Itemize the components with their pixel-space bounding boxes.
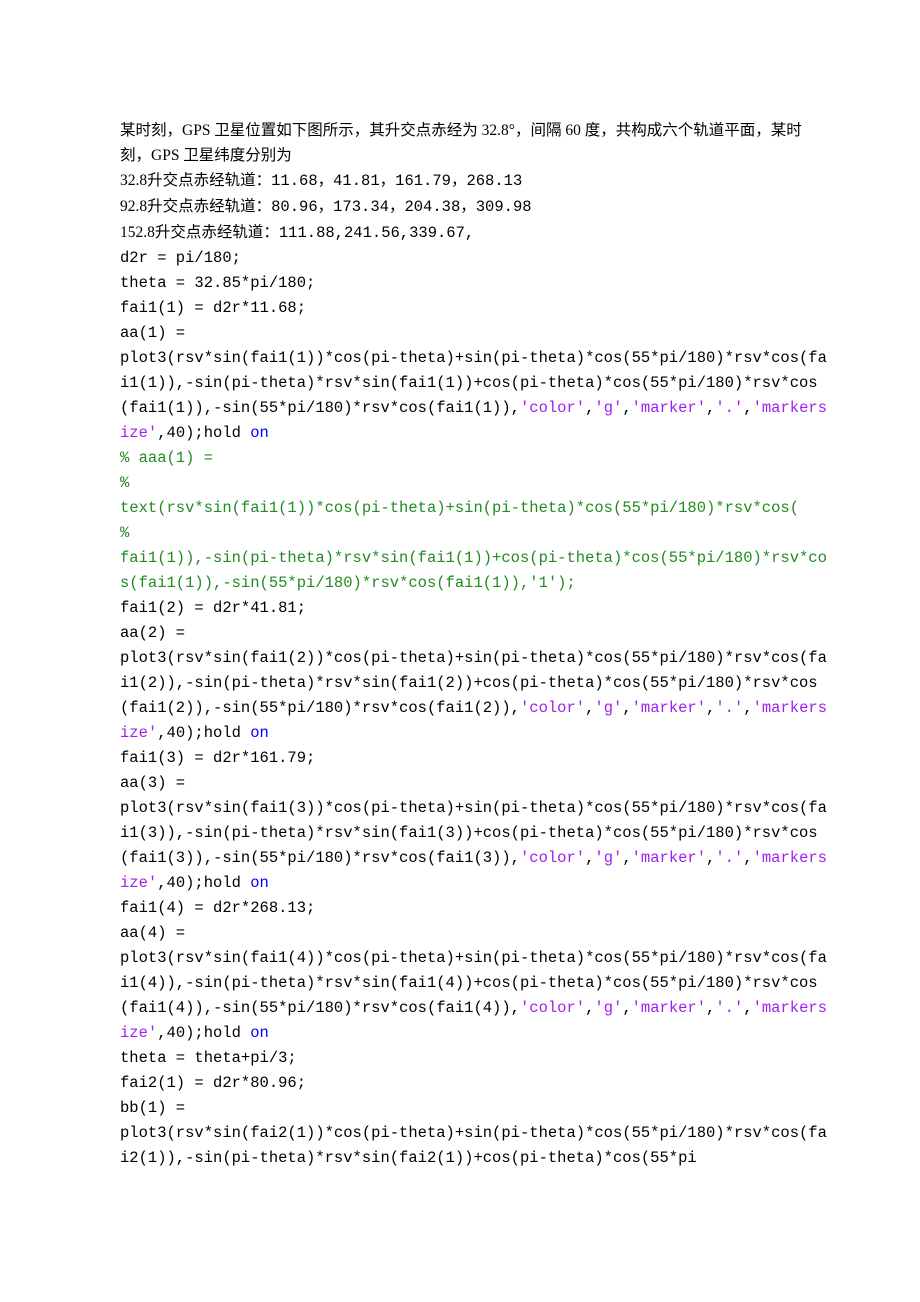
- comma: ,: [706, 849, 715, 867]
- code-comment-pct-1: %: [120, 471, 830, 496]
- code-comment-fai1: fai1(1)),-sin(pi-theta)*rsv*sin(fai1(1))…: [120, 546, 830, 596]
- code-line-aa2: aa(2) =: [120, 621, 830, 646]
- str-marker: 'marker': [632, 849, 706, 867]
- comma: ,: [706, 699, 715, 717]
- code-comment-aaa1: % aaa(1) =: [120, 446, 830, 471]
- comma: ,: [585, 999, 594, 1017]
- comma: ,: [622, 849, 631, 867]
- str-marker: 'marker': [632, 999, 706, 1017]
- comma: ,: [585, 849, 594, 867]
- str-dot: '.': [715, 999, 743, 1017]
- comma: ,: [743, 399, 752, 417]
- code-line-aa1: aa(1) =: [120, 321, 830, 346]
- paragraph-line-2: 32.8升交点赤经轨道：11.68，41.81，161.79，268.13: [120, 168, 830, 194]
- comma: ,: [622, 999, 631, 1017]
- comma: ,: [622, 399, 631, 417]
- orbit-32-values: 升交点赤经轨道：11.68，41.81，161.79，268.13: [147, 172, 522, 190]
- orbit-32-prefix: 32.8: [120, 172, 147, 189]
- comma: ,: [743, 699, 752, 717]
- str-dot: '.': [715, 399, 743, 417]
- code-line-fai1-4: fai1(4) = d2r*268.13;: [120, 896, 830, 921]
- str-dot: '.': [715, 849, 743, 867]
- comma: ,: [585, 399, 594, 417]
- code-line-plot3-1: plot3(rsv*sin(fai1(1))*cos(pi-theta)+sin…: [120, 346, 830, 446]
- code-line-plot3-3: plot3(rsv*sin(fai1(3))*cos(pi-theta)+sin…: [120, 796, 830, 896]
- kw-on: on: [250, 1024, 269, 1042]
- str-g: 'g': [594, 999, 622, 1017]
- plot3-tail: ,40);hold: [157, 424, 250, 442]
- orbit-92-values: 升交点赤经轨道：80.96，173.34，204.38，309.98: [147, 198, 531, 216]
- str-color: 'color': [520, 399, 585, 417]
- code-line-plot3-4: plot3(rsv*sin(fai1(4))*cos(pi-theta)+sin…: [120, 946, 830, 1046]
- str-color: 'color': [520, 699, 585, 717]
- str-g: 'g': [594, 399, 622, 417]
- code-comment-text: text(rsv*sin(fai1(1))*cos(pi-theta)+sin(…: [120, 496, 830, 521]
- code-line-fai1-1: fai1(1) = d2r*11.68;: [120, 296, 830, 321]
- paragraph-line-3: 92.8升交点赤经轨道：80.96，173.34，204.38，309.98: [120, 194, 830, 220]
- plot3-tail: ,40);hold: [157, 1024, 250, 1042]
- code-line-bb1: bb(1) =: [120, 1096, 830, 1121]
- orbit-92-prefix: 92.8: [120, 198, 147, 215]
- str-marker: 'marker': [632, 699, 706, 717]
- str-marker: 'marker': [632, 399, 706, 417]
- code-line-fai1-2: fai1(2) = d2r*41.81;: [120, 596, 830, 621]
- comma: ,: [743, 999, 752, 1017]
- code-line-plot3-5: plot3(rsv*sin(fai2(1))*cos(pi-theta)+sin…: [120, 1121, 830, 1171]
- orbit-152-prefix: 152.8: [120, 224, 155, 241]
- code-line-fai1-3: fai1(3) = d2r*161.79;: [120, 746, 830, 771]
- code-comment-pct-2: %: [120, 521, 830, 546]
- comma: ,: [622, 699, 631, 717]
- plot3-tail: ,40);hold: [157, 724, 250, 742]
- code-line-aa4: aa(4) =: [120, 921, 830, 946]
- kw-on: on: [250, 424, 269, 442]
- comma: ,: [743, 849, 752, 867]
- kw-on: on: [250, 724, 269, 742]
- comma: ,: [706, 399, 715, 417]
- kw-on: on: [250, 874, 269, 892]
- orbit-152-values: 升交点赤经轨道：111.88,241.56,339.67,: [155, 224, 474, 242]
- str-g: 'g': [594, 699, 622, 717]
- comma: ,: [585, 699, 594, 717]
- paragraph-line-1: 某时刻，GPS 卫星位置如下图所示，其升交点赤经为 32.8°，间隔 60 度，…: [120, 118, 830, 168]
- plot3-tail: ,40);hold: [157, 874, 250, 892]
- str-color: 'color': [520, 999, 585, 1017]
- comma: ,: [706, 999, 715, 1017]
- code-line-theta: theta = 32.85*pi/180;: [120, 271, 830, 296]
- code-line-aa3: aa(3) =: [120, 771, 830, 796]
- str-color: 'color': [520, 849, 585, 867]
- code-line-plot3-2: plot3(rsv*sin(fai1(2))*cos(pi-theta)+sin…: [120, 646, 830, 746]
- code-line-fai2-1: fai2(1) = d2r*80.96;: [120, 1071, 830, 1096]
- paragraph-line-4: 152.8升交点赤经轨道：111.88,241.56,339.67,: [120, 220, 830, 246]
- str-g: 'g': [594, 849, 622, 867]
- code-line-d2r: d2r = pi/180;: [120, 246, 830, 271]
- code-line-theta2: theta = theta+pi/3;: [120, 1046, 830, 1071]
- str-dot: '.': [715, 699, 743, 717]
